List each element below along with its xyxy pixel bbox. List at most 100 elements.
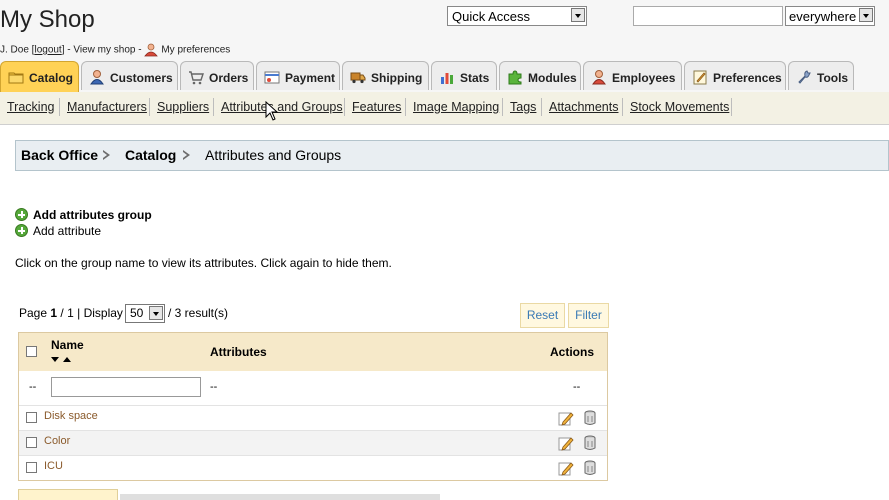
add-attribute-link[interactable]: Add attribute [15,224,101,238]
name-filter-input[interactable] [51,377,201,397]
subnav-attachments[interactable]: Attachments [549,100,618,114]
divider [541,98,542,116]
divider [405,98,406,116]
tab-modules[interactable]: Modules [499,61,581,90]
display-count-value: 50 [130,306,144,320]
subnav-tracking[interactable]: Tracking [7,100,54,114]
breadcrumb-root[interactable]: Back Office [21,147,98,163]
chevron-right-icon [183,150,191,160]
quick-access-select[interactable]: Quick Access [447,6,587,26]
row-name[interactable]: ICU [44,460,63,472]
delete-icon[interactable] [584,460,596,476]
quick-access-value: Quick Access [452,9,531,24]
tab-label: Tools [817,71,849,85]
view-shop-text: ] - View my shop - [61,44,142,56]
tab-label: Customers [110,71,173,85]
edit-icon[interactable] [558,435,574,451]
tab-shipping[interactable]: Shipping [342,61,429,90]
tab-catalog[interactable]: Catalog [0,61,79,92]
reset-button[interactable]: Reset [520,303,565,328]
subnav-suppliers[interactable]: Suppliers [157,100,209,114]
table-header: Name Attributes Actions [19,333,607,371]
tab-customers[interactable]: Customers [81,61,178,90]
column-attributes: Attributes [210,345,267,359]
subnav-stock-movements[interactable]: Stock Movements [630,100,729,114]
tab-stats[interactable]: Stats [431,61,497,90]
row-name[interactable]: Disk space [44,410,98,422]
table-row[interactable]: Color [19,431,607,456]
stats-icon [441,73,453,84]
divider [213,98,214,116]
subnav-attributes-and-groups[interactable]: Attributes and Groups [221,100,343,114]
divider [344,98,345,116]
my-preferences-link[interactable]: My preferences [161,45,230,56]
subnav-tags[interactable]: Tags [510,100,536,114]
search-scope-select[interactable]: everywhere [785,6,875,26]
puzzle-icon [508,70,522,85]
tab-label: Orders [209,71,249,85]
row-checkbox[interactable] [26,412,37,423]
display-count-select[interactable]: 50 [125,304,165,323]
row-checkbox[interactable] [26,437,37,448]
page-total[interactable]: 1 [67,306,74,320]
chevron-down-icon[interactable] [149,306,163,320]
user-preferences-icon [144,43,159,57]
edit-icon[interactable] [558,410,574,426]
main-tabs: Catalog Customers Orders Payment Shippin… [0,61,889,92]
customers-icon [90,70,104,85]
bulk-action-button[interactable] [18,489,118,500]
filter-placeholder: -- [210,381,218,393]
table-row[interactable]: ICU [19,456,607,480]
preferences-icon [693,70,707,85]
divider [731,98,732,116]
delete-icon[interactable] [584,435,596,451]
tab-employees[interactable]: Employees [583,61,682,90]
tab-payment[interactable]: Payment [256,61,340,90]
add-icon [15,208,28,221]
table-row[interactable]: Disk space [19,406,607,431]
cart-icon [189,71,204,85]
user-line: J. Doe [logout] - View my shop - My pref… [0,43,230,57]
filter-button[interactable]: Filter [568,303,609,328]
user-name: J. Doe [ [0,44,35,56]
tab-label: Modules [528,71,577,85]
add-attributes-group-link[interactable]: Add attributes group [15,208,152,222]
filter-placeholder: -- [573,381,581,393]
chevron-down-icon[interactable] [859,8,873,22]
divider [502,98,503,116]
delete-icon[interactable] [584,410,596,426]
row-checkbox[interactable] [26,462,37,473]
payment-icon [264,71,280,84]
tab-preferences[interactable]: Preferences [684,61,786,90]
sort-arrows-icon[interactable] [51,356,73,364]
pagination: Page 1 / 1 | Display [19,306,123,320]
logout-link[interactable]: logout [34,45,61,56]
mouse-cursor-icon [265,101,279,121]
divider [59,98,60,116]
page-slash: / [60,306,64,320]
display-label: | Display [77,306,123,320]
chevron-right-icon [103,150,111,160]
tab-orders[interactable]: Orders [180,61,254,90]
results-count: / 3 result(s) [168,306,229,320]
edit-icon[interactable] [558,460,574,476]
tab-label: Stats [460,71,490,85]
subnav-manufacturers[interactable]: Manufacturers [67,100,147,114]
select-all-checkbox[interactable] [26,346,37,357]
info-text: Click on the group name to view its attr… [15,256,392,270]
tab-tools[interactable]: Tools [788,61,854,90]
tab-label: Shipping [371,71,423,85]
search-input[interactable] [633,6,783,26]
search-scope-value: everywhere [789,9,857,24]
tab-label: Payment [285,71,336,85]
row-name[interactable]: Color [44,435,70,447]
subnav-features[interactable]: Features [352,100,401,114]
horizontal-scrollbar[interactable] [120,494,440,500]
top-header: My Shop J. Doe [logout] - View my shop -… [0,0,889,92]
breadcrumb-section[interactable]: Catalog [125,147,176,163]
attributes-table: Name Attributes Actions -- -- -- Disk sp… [18,332,608,481]
subnav-image-mapping[interactable]: Image Mapping [413,100,499,114]
add-icon [15,224,28,237]
divider [622,98,623,116]
chevron-down-icon[interactable] [571,8,585,22]
